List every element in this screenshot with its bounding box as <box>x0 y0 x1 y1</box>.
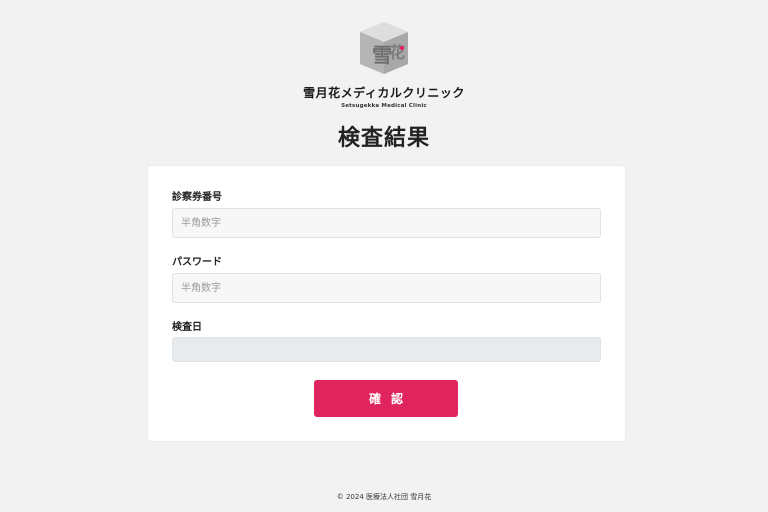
confirm-button[interactable]: 確認 <box>314 380 458 417</box>
exam-date-label: 検査日 <box>172 322 202 333</box>
clinic-subtitle: Setsugekka Medical Clinic <box>341 103 427 109</box>
patient-id-label: 診察券番号 <box>172 192 222 203</box>
clinic-logo: 雪 花 雪月花メディカルクリニック Setsugekka Medical Cli… <box>0 18 768 109</box>
clinic-name: 雪月花メディカルクリニック <box>303 86 465 100</box>
password-input[interactable] <box>172 273 601 303</box>
password-label: パスワード <box>172 257 222 268</box>
footer-copyright: © 2024 医療法人社団 雪月花 <box>336 493 432 501</box>
page-title: 検査結果 <box>337 126 430 151</box>
patient-id-input[interactable] <box>172 208 601 238</box>
login-form-card: 診察券番号 パスワード 検査日 確認 <box>148 166 625 441</box>
exam-date-field[interactable] <box>172 337 601 362</box>
logo-kanji-right: 花 <box>389 43 405 62</box>
clinic-logo-icon: 雪 花 <box>360 22 408 74</box>
